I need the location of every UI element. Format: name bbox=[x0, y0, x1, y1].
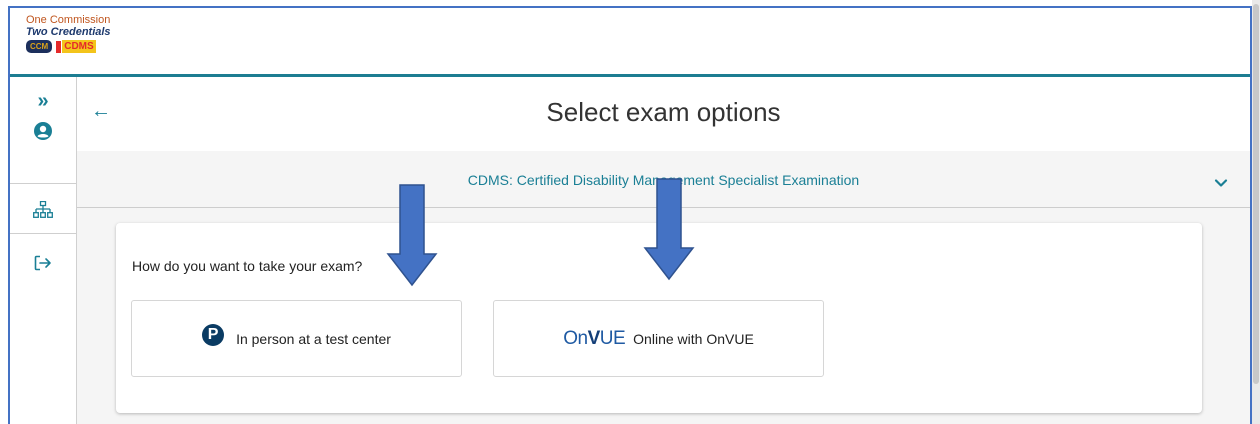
app-window: One Commission Two Credentials CCM CDMS … bbox=[8, 6, 1252, 424]
page-title: Select exam options bbox=[546, 97, 781, 127]
chevron-down-icon[interactable] bbox=[1214, 175, 1228, 193]
user-icon[interactable] bbox=[10, 121, 76, 146]
pearson-icon: P bbox=[202, 323, 225, 346]
option-label: In person at a test center bbox=[236, 330, 391, 347]
sidebar: » bbox=[10, 77, 77, 424]
sitemap-icon[interactable] bbox=[10, 200, 76, 224]
logo-tagline-1: One Commission bbox=[26, 14, 111, 26]
header: One Commission Two Credentials CCM CDMS bbox=[10, 8, 1250, 77]
option-label: Online with OnVUE bbox=[633, 330, 754, 347]
cdms-badge-text: CDMS bbox=[62, 40, 96, 53]
scrollbar[interactable] bbox=[1252, 0, 1260, 424]
logout-icon[interactable] bbox=[10, 255, 76, 276]
in-person-option-button[interactable]: P In person at a test center bbox=[131, 300, 462, 377]
cdms-badge: CDMS bbox=[56, 40, 96, 53]
logo[interactable]: One Commission Two Credentials CCM CDMS bbox=[26, 14, 111, 53]
logo-badges: CCM CDMS bbox=[26, 40, 111, 53]
onvue-logo: OnVUE bbox=[563, 327, 626, 349]
logo-tagline-2: Two Credentials bbox=[26, 26, 111, 38]
online-onvue-option-button[interactable]: OnVUE Online with OnVUE bbox=[493, 300, 824, 377]
question-text: How do you want to take your exam? bbox=[132, 258, 363, 274]
sidebar-divider bbox=[10, 183, 76, 184]
scrollbar-thumb[interactable] bbox=[1253, 4, 1259, 384]
sidebar-divider bbox=[10, 233, 76, 234]
annotation-arrow bbox=[643, 178, 695, 281]
ccm-badge: CCM bbox=[26, 40, 53, 53]
annotation-arrow bbox=[386, 184, 438, 287]
expand-icon[interactable]: » bbox=[10, 91, 76, 111]
